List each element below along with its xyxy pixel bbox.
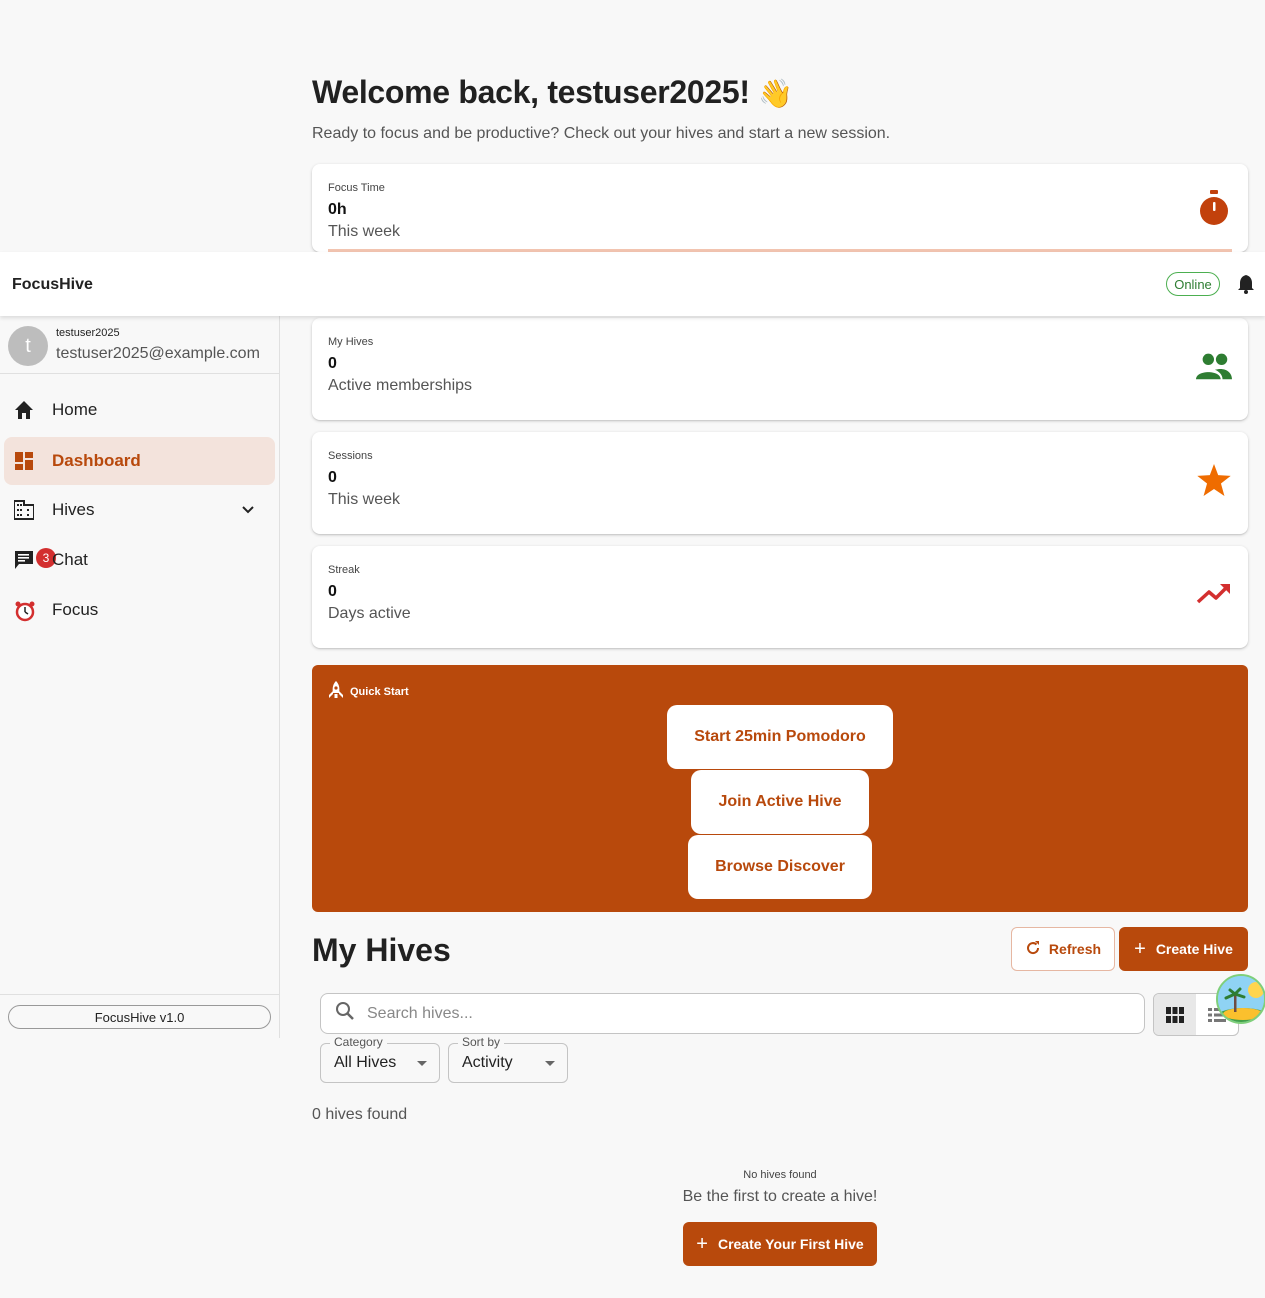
caret-down-icon <box>545 1061 555 1066</box>
sidebar-item-label: Focus <box>52 600 99 619</box>
empty-state-subtitle: Be the first to create a hive! <box>682 1188 878 1205</box>
stat-label: Focus Time <box>328 182 385 194</box>
stat-card-sessions: Sessions 0 This week <box>312 432 1248 534</box>
stat-sub: This week <box>328 491 401 508</box>
version-chip: FocusHive v1.0 <box>8 1005 271 1029</box>
empty-state-title: No hives found <box>743 1169 817 1181</box>
building-icon <box>13 500 35 520</box>
search-box <box>320 993 1145 1034</box>
sidebar-item-label: Home <box>52 400 98 419</box>
stat-card-my-hives: My Hives 0 Active memberships <box>312 318 1248 420</box>
trending-up-icon <box>1196 576 1232 612</box>
create-first-hive-label: Create Your First Hive <box>717 1236 864 1252</box>
sort-value: Activity <box>462 1054 513 1071</box>
stat-sub: This week <box>328 223 401 240</box>
plus-icon: + <box>696 1233 708 1255</box>
refresh-label: Refresh <box>1048 941 1102 957</box>
search-input[interactable] <box>367 1004 1127 1023</box>
welcome-subtitle: Ready to focus and be productive? Check … <box>312 125 891 142</box>
dashboard-icon <box>14 451 34 471</box>
profile-username: testuser2025 <box>56 327 120 339</box>
browse-discover-button[interactable]: Browse Discover <box>688 835 872 899</box>
brand-title: FocusHive <box>12 276 93 293</box>
stat-value: 0 <box>328 355 337 372</box>
sidebar-item-chat[interactable]: 3 Chat <box>4 536 275 584</box>
sidebar-item-label: Hives <box>52 500 95 519</box>
grid-icon <box>1166 1006 1184 1023</box>
chevron-down-icon[interactable] <box>241 503 255 517</box>
chat-icon: 3 <box>14 548 56 570</box>
stat-label: Sessions <box>328 450 373 462</box>
stat-card-focus-time: Focus Time 0h This week <box>312 164 1248 252</box>
category-select[interactable]: Category All Hives <box>320 1035 440 1083</box>
sort-select[interactable]: Sort by Activity <box>448 1035 568 1083</box>
stat-sub: Days active <box>328 605 411 622</box>
timer-icon <box>1196 190 1232 226</box>
create-first-hive-button[interactable]: + Create Your First Hive <box>683 1222 877 1266</box>
stat-value: 0h <box>328 201 347 218</box>
search-icon <box>335 1001 355 1026</box>
quick-start-panel: Quick Start Start 25min Pomodoro Join Ac… <box>312 665 1248 912</box>
alarm-clock-icon <box>14 600 35 622</box>
stat-value: 0 <box>328 469 337 486</box>
home-icon <box>14 400 34 420</box>
user-profile[interactable]: t testuser2025 testuser2025@example.com <box>0 316 279 374</box>
join-active-hive-button[interactable]: Join Active Hive <box>691 770 869 834</box>
create-hive-button[interactable]: + Create Hive <box>1119 927 1248 971</box>
stat-sub: Active memberships <box>328 377 473 394</box>
sidebar: t testuser2025 testuser2025@example.com … <box>0 316 280 1038</box>
caret-down-icon <box>417 1061 427 1066</box>
wave-emoji: 👋 <box>758 78 793 109</box>
hives-count: 0 hives found <box>312 1106 408 1123</box>
quick-start-header: Quick Start <box>328 681 409 702</box>
rocket-icon <box>328 681 344 702</box>
sidebar-item-label: Chat <box>52 550 88 569</box>
sidebar-item-home[interactable]: Home <box>4 386 275 434</box>
grid-view-button[interactable] <box>1154 994 1196 1035</box>
stat-label: My Hives <box>328 336 374 348</box>
app-bar: FocusHive Online <box>0 252 1265 316</box>
refresh-icon <box>1025 940 1041 959</box>
start-pomodoro-button[interactable]: Start 25min Pomodoro <box>667 705 893 769</box>
status-badge: Online <box>1166 272 1220 296</box>
sidebar-item-label: Dashboard <box>52 451 141 470</box>
group-icon <box>1196 348 1232 384</box>
plus-icon: + <box>1134 938 1146 960</box>
sidebar-item-focus[interactable]: Focus <box>4 586 275 634</box>
refresh-button[interactable]: Refresh <box>1011 927 1115 971</box>
category-value: All Hives <box>334 1054 397 1071</box>
my-hives-heading: My Hives <box>312 932 451 968</box>
create-hive-label: Create Hive <box>1155 941 1233 957</box>
sidebar-item-dashboard[interactable]: Dashboard <box>4 437 275 485</box>
stat-value: 0 <box>328 583 337 600</box>
quick-start-title: Quick Start <box>350 685 409 698</box>
stat-label: Streak <box>328 564 360 576</box>
avatar: t <box>8 326 48 366</box>
notifications-bell-icon[interactable] <box>1236 274 1256 294</box>
star-icon <box>1196 462 1232 498</box>
sidebar-footer: FocusHive v1.0 <box>0 994 279 1038</box>
sort-label: Sort by <box>458 1035 505 1049</box>
profile-email: testuser2025@example.com <box>56 345 260 362</box>
category-label: Category <box>330 1035 387 1049</box>
welcome-heading: Welcome back, testuser2025! 👋 <box>312 74 793 110</box>
stat-card-streak: Streak 0 Days active <box>312 546 1248 648</box>
sidebar-item-hives[interactable]: Hives <box>4 486 275 534</box>
assistant-avatar[interactable] <box>1216 974 1265 1024</box>
